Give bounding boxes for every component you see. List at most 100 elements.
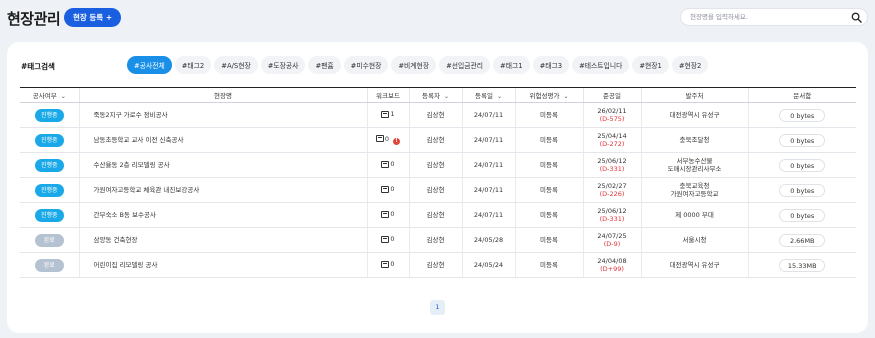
site-name[interactable]: 남동초등학교 교사 이전 신축공사 [78, 127, 367, 153]
tag-chip[interactable]: #현장2 [671, 56, 709, 74]
document-size-badge[interactable]: 0 bytes [779, 108, 826, 122]
workboard-cell[interactable]: 1 [366, 102, 409, 128]
document-size-badge[interactable]: 0 bytes [779, 133, 826, 147]
col-status[interactable]: 공사여부 ⌄ [20, 87, 79, 103]
workboard-count: 0 [390, 260, 395, 269]
workboard-cell[interactable]: 0 [366, 252, 409, 278]
site-name[interactable]: 죽동2지구 가로수 정비공사 [78, 102, 367, 128]
table-row[interactable]: 진행중 죽동2지구 가로수 정비공사 1 김상현 24/07/11 미등록 26/02/11… [20, 102, 856, 128]
risk-assessment: 미등록 [514, 252, 583, 278]
d-day: (D-272) [599, 140, 625, 148]
document-size-badge[interactable]: 15.33MB [779, 258, 826, 272]
d-day: (D-575) [599, 115, 625, 123]
documents-cell: 0 bytes [747, 152, 856, 178]
table-row[interactable]: 진행중 남동초등학교 교사 이전 신축공사 0! 김상현 24/07/11 미등록 25/0… [20, 127, 856, 153]
tag-chip[interactable]: #테스트입니다 [572, 56, 630, 74]
table-row[interactable]: 진행중 수산율동 2층 리모델링 공사 0 김상현 24/07/11 미등록 25/06/1… [20, 152, 856, 178]
tag-chip[interactable]: #팬흄 [308, 56, 341, 74]
status-badge: 완료 [34, 258, 64, 272]
client-line: 대전광역시 유성구 [669, 260, 720, 269]
workboard-cell[interactable]: 0! [366, 127, 409, 153]
document-size-badge[interactable]: 0 bytes [779, 158, 826, 172]
d-day: (D-331) [599, 215, 625, 223]
document-size-badge[interactable]: 0 bytes [779, 183, 826, 197]
documents-cell: 2.66MB [747, 227, 856, 253]
workboard-icon [381, 235, 390, 243]
registrant: 김상현 [408, 102, 462, 128]
search-input[interactable] [681, 9, 849, 25]
status-badge: 진행중 [34, 158, 64, 172]
client-line: 대전광역시 유성구 [669, 110, 720, 119]
tag-chip[interactable]: #미수현장 [343, 56, 389, 74]
top-bar: 현장관리 현장 등록 + [0, 0, 875, 40]
register-site-button[interactable]: 현장 등록 + [64, 8, 122, 27]
registrant: 김상현 [408, 127, 462, 153]
table-row[interactable]: 완료 삼양동 건축현장 0 김상현 24/05/28 미등록 24/07/25 (D-9) 서울… [20, 227, 856, 253]
col-documents: 문서함 [747, 87, 856, 103]
documents-cell: 0 bytes [747, 127, 856, 153]
page-title: 현장관리 [7, 10, 61, 28]
completion-cell: 25/06/12 (D-331) [582, 202, 641, 228]
tag-chip[interactable]: #A/S현장 [214, 56, 258, 74]
tag-chip[interactable]: #현장1 [632, 56, 669, 74]
site-name[interactable]: 간부숙소 B동 보수공사 [78, 202, 367, 228]
table-row[interactable]: 완료 어린이집 리모델링 공사 0 김상현 24/05/24 미등록 24/04/08 (D+… [20, 252, 856, 278]
site-name[interactable]: 삼양동 건축현장 [78, 227, 367, 253]
workboard-count: 0 [390, 160, 395, 169]
completion-cell: 24/04/08 (D+99) [582, 252, 641, 278]
search-icon[interactable] [851, 12, 862, 23]
document-size-badge[interactable]: 2.66MB [779, 233, 826, 247]
completion-cell: 26/02/11 (D-575) [582, 102, 641, 128]
tag-chip[interactable]: #비계현장 [391, 56, 437, 74]
client-line: 제 0000 부대 [675, 210, 714, 219]
completion-date: 25/06/12 [597, 206, 627, 215]
status-cell: 진행중 [20, 177, 79, 203]
tag-chip[interactable]: #선입금관리 [439, 56, 491, 74]
site-name[interactable]: 가원여자고등학교 체육관 내진보강공사 [78, 177, 367, 203]
reg-date: 24/07/11 [461, 152, 515, 178]
status-badge: 진행중 [34, 208, 64, 222]
status-cell: 완료 [20, 252, 79, 278]
chevron-down-icon: ⌄ [443, 93, 449, 100]
col-reg-date[interactable]: 등록일 ⌄ [461, 87, 515, 103]
status-cell: 진행중 [20, 152, 79, 178]
tag-chip[interactable]: #태그1 [493, 56, 530, 74]
completion-cell: 25/06/12 (D-331) [582, 152, 641, 178]
workboard-cell[interactable]: 0 [366, 202, 409, 228]
workboard-cell[interactable]: 0 [366, 152, 409, 178]
site-name[interactable]: 어린이집 리모델링 공사 [78, 252, 367, 278]
reg-date: 24/05/24 [461, 252, 515, 278]
table-header-row: 공사여부 ⌄ 현장명 워크보드 등록자 ⌄ 등록일 ⌄ 위험성평가 ⌄ 준공일 발주처 … [20, 87, 856, 103]
tag-chip[interactable]: #태그2 [174, 56, 212, 74]
reg-date: 24/07/11 [461, 127, 515, 153]
workboard-count: 0 [384, 134, 390, 143]
tag-chip[interactable]: #공사전체 [127, 56, 172, 74]
status-cell: 진행중 [20, 102, 79, 128]
client: 충북조달청 [640, 127, 748, 153]
document-size-badge[interactable]: 0 bytes [779, 208, 826, 222]
registrant: 김상현 [408, 177, 462, 203]
workboard-cell[interactable]: 0 [366, 227, 409, 253]
tag-chip[interactable]: #태그3 [532, 56, 570, 74]
col-risk-assessment[interactable]: 위험성평가 ⌄ [514, 87, 583, 103]
client: 충북교육청 가원여자고등학교 [640, 177, 748, 203]
search-box [680, 8, 868, 26]
table-row[interactable]: 진행중 가원여자고등학교 체육관 내진보강공사 0 김상현 24/07/11 미등록 25/… [20, 177, 856, 203]
documents-cell: 0 bytes [747, 102, 856, 128]
status-cell: 완료 [20, 227, 79, 253]
table-row[interactable]: 진행중 간부숙소 B동 보수공사 0 김상현 24/07/11 미등록 25/06/12 (D… [20, 202, 856, 228]
status-badge: 진행중 [34, 133, 64, 147]
workboard-cell[interactable]: 0 [366, 177, 409, 203]
tag-search-label: #태그검색 [21, 62, 55, 71]
workboard-icon [381, 110, 390, 118]
completion-date: 24/07/25 [597, 231, 627, 240]
col-site-name: 현장명 [78, 87, 367, 103]
site-name[interactable]: 수산율동 2층 리모델링 공사 [78, 152, 367, 178]
page-1-button[interactable]: 1 [430, 300, 445, 315]
completion-cell: 25/02/27 (D-226) [582, 177, 641, 203]
tag-chip[interactable]: #도장공사 [260, 56, 306, 74]
d-day: (D-226) [599, 190, 625, 198]
client-line: 가원여자고등학교 [670, 190, 719, 198]
col-registrant[interactable]: 등록자 ⌄ [408, 87, 462, 103]
site-table: 공사여부 ⌄ 현장명 워크보드 등록자 ⌄ 등록일 ⌄ 위험성평가 ⌄ 준공일 발주처 … [20, 87, 856, 278]
